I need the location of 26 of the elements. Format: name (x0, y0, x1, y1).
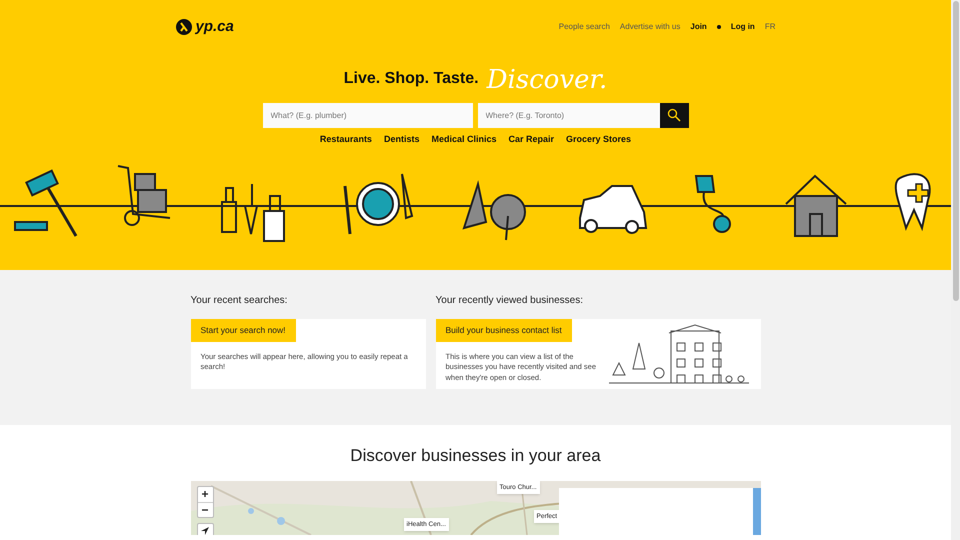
nav-link[interactable]: Join (690, 21, 707, 34)
logo-icon (176, 19, 192, 36)
search-button[interactable] (660, 102, 688, 128)
search-icon (667, 108, 681, 122)
tagline: Live. Shop. Taste. (344, 68, 479, 88)
category-link[interactable]: Dentists (384, 132, 420, 146)
zoom-out-button[interactable]: − (198, 502, 212, 516)
nav-link[interactable]: Advertise with us (620, 21, 680, 34)
category-link[interactable]: Car Repair (508, 132, 554, 146)
section-title: Discover businesses in your area (350, 445, 601, 467)
section-heading: Your recent searches: (190, 294, 288, 308)
nav-link[interactable]: FR (764, 21, 776, 34)
category-link[interactable]: Grocery Stores (566, 132, 632, 146)
what-field[interactable]: What? (E.g. plumber) (262, 102, 472, 128)
zoom-in-button[interactable]: + (198, 486, 212, 502)
section-heading: Your recently viewed businesses: (436, 294, 584, 308)
location-arrow-icon (201, 526, 209, 534)
category-link[interactable]: Medical Clinics (431, 132, 496, 146)
card-tag: Start your search now! (190, 319, 296, 342)
nav-link[interactable]: People search (558, 21, 610, 34)
where-field[interactable]: Where? (E.g. Toronto) (478, 102, 660, 128)
logo[interactable]: yp.ca (196, 16, 234, 38)
category-link[interactable]: Restaurants (320, 132, 372, 146)
card-tag: Build your business contact list (436, 319, 572, 342)
nav-link[interactable]: Log in (730, 21, 755, 34)
discover-script: Discover. (486, 66, 608, 92)
